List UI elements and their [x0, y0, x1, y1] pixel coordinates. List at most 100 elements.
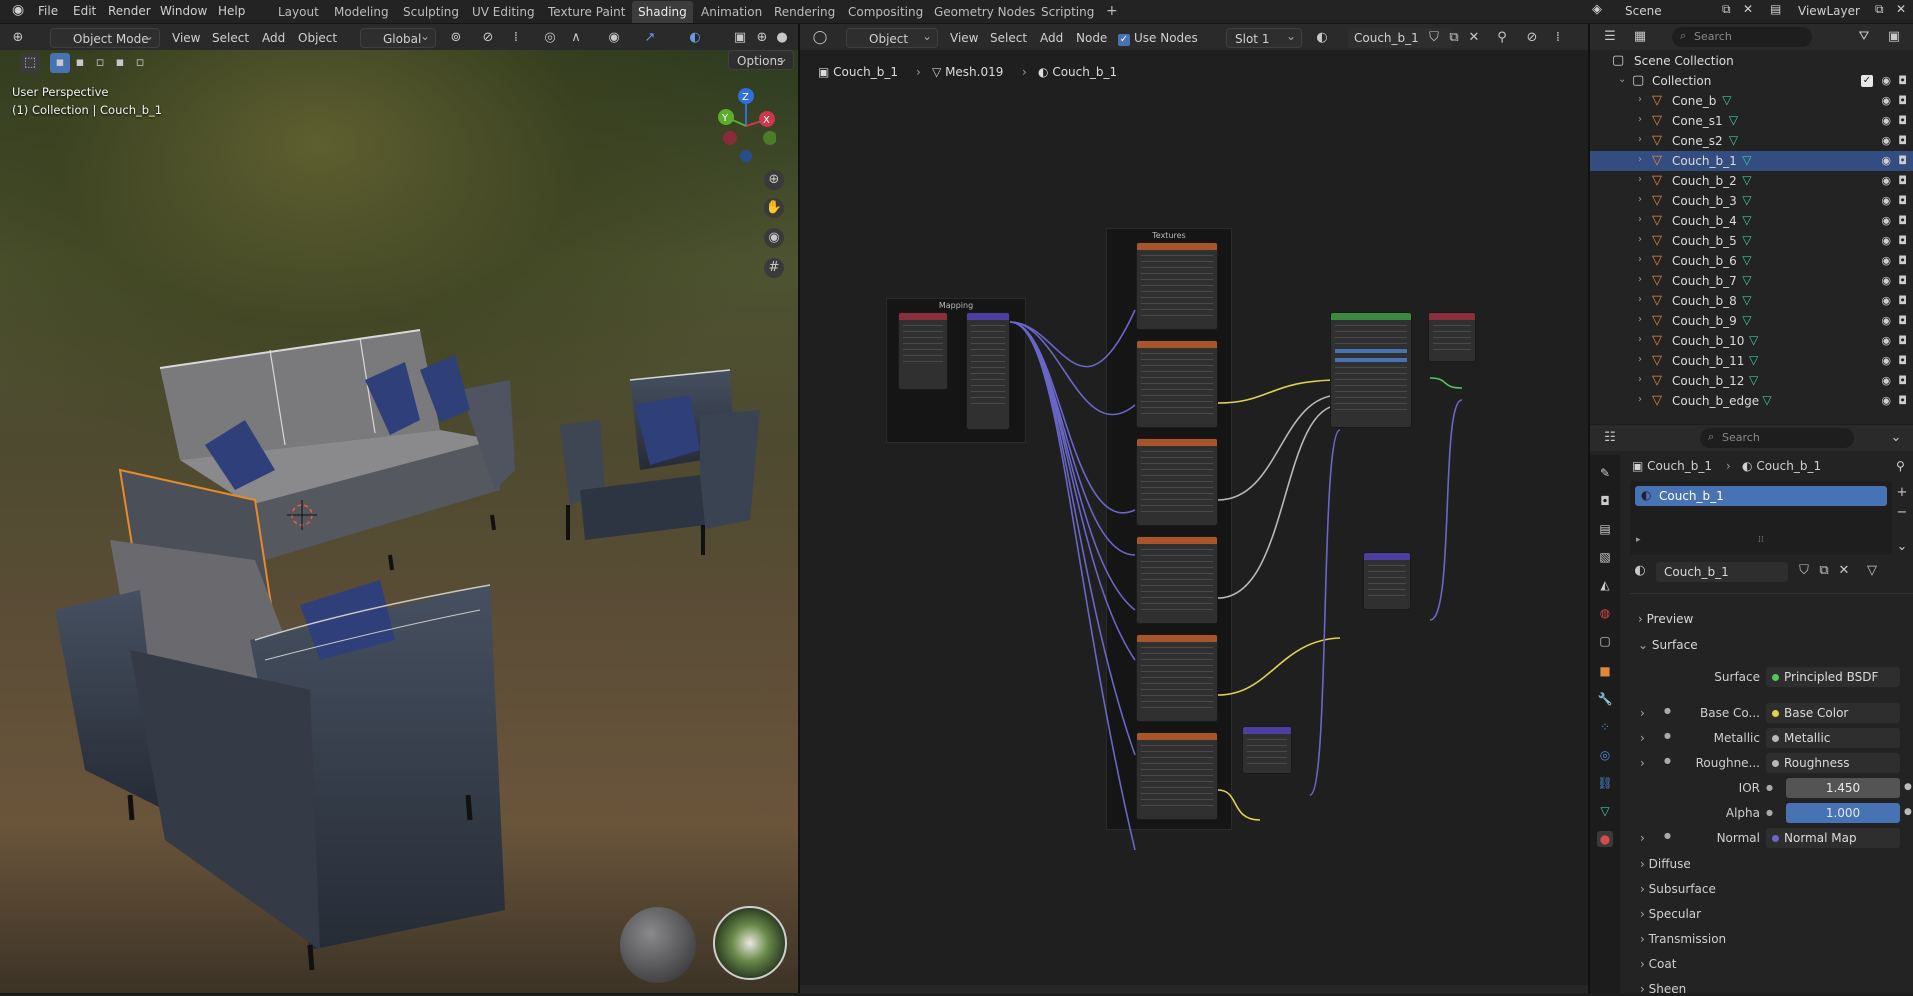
visibility-eye-icon[interactable]: ◉	[1881, 334, 1891, 347]
mesh-data-icon[interactable]: ▽	[1762, 393, 1771, 407]
tab-rendering[interactable]: Rendering	[768, 1, 841, 23]
material-fake-user-icon[interactable]: ⛉	[1794, 561, 1814, 581]
tab-compositing[interactable]: Compositing	[842, 1, 929, 23]
collection-include-checkbox[interactable]: ✓	[1861, 75, 1873, 87]
chevron-right-icon[interactable]: ›	[1638, 334, 1642, 345]
viewport-menu-select[interactable]: Select	[212, 28, 249, 48]
tab-layout[interactable]: Layout	[272, 1, 325, 23]
overlay-toggle-icon[interactable]: ◐	[685, 28, 705, 48]
fake-user-icon[interactable]: ⛉	[1424, 28, 1444, 48]
chevron-right-icon[interactable]: ›	[1638, 374, 1642, 385]
gizmo-toggle-icon[interactable]: ↗	[640, 28, 660, 48]
tab-uv-editing[interactable]: UV Editing	[466, 1, 541, 23]
world-tab-icon[interactable]: ◍	[1597, 605, 1613, 621]
outliner-item[interactable]: › ▽ Couch_b_12 ▽ ◉ ◘	[1590, 371, 1913, 391]
outliner-item[interactable]: › ▽ Couch_b_11 ▽ ◉ ◘	[1590, 351, 1913, 371]
chevron-right-icon[interactable]: ›	[1638, 314, 1642, 325]
ior-value-field[interactable]: 1.450	[1786, 778, 1900, 798]
base-color-expand-icon[interactable]: ›	[1640, 706, 1645, 720]
roughness-expand-icon[interactable]: ›	[1640, 756, 1645, 770]
wireframe-shading-icon[interactable]: ⊕	[752, 28, 772, 48]
visibility-eye-icon[interactable]: ◉	[1881, 194, 1891, 207]
render-camera-icon[interactable]: ◘	[1898, 374, 1907, 387]
data-tab-icon[interactable]: ▽	[1597, 803, 1613, 819]
render-camera-icon[interactable]: ◘	[1898, 274, 1907, 287]
node-material-output[interactable]	[1428, 312, 1476, 362]
render-camera-icon[interactable]: ◘	[1898, 154, 1907, 167]
chevron-right-icon[interactable]: ›	[1638, 214, 1642, 225]
shader-editor-type-icon[interactable]: ◯	[810, 28, 830, 48]
collection-visibility-icon[interactable]: ◉	[1881, 74, 1891, 87]
subpanel-header[interactable]: › Sheen	[1640, 982, 1686, 996]
falloff-icon[interactable]: ∧	[566, 28, 586, 48]
menu-help[interactable]: Help	[218, 4, 245, 18]
outliner-item[interactable]: › ▽ Couch_b_3 ▽ ◉ ◘	[1590, 191, 1913, 211]
link-mode-icon[interactable]: ▽	[1862, 561, 1882, 581]
new-scene-icon[interactable]: ⧉	[1722, 2, 1731, 17]
node-editor-scrollbar[interactable]	[800, 985, 1588, 993]
properties-type-icon[interactable]: ☷	[1600, 428, 1620, 448]
visibility-eye-icon[interactable]: ◉	[1881, 374, 1891, 387]
render-camera-icon[interactable]: ◘	[1898, 394, 1907, 407]
sofa-front[interactable]	[55, 540, 505, 971]
preview-panel-header[interactable]: › Preview	[1638, 612, 1693, 626]
outliner-item[interactable]: › ▽ Couch_b_edge ▽ ◉ ◘	[1590, 391, 1913, 411]
armchair-right[interactable]	[560, 369, 760, 555]
render-camera-icon[interactable]: ◘	[1898, 254, 1907, 267]
node-menu-view[interactable]: View	[950, 28, 978, 48]
new-view-layer-icon[interactable]: ⧉	[1875, 2, 1884, 17]
visibility-eye-icon[interactable]: ◉	[1881, 314, 1891, 327]
outliner-item[interactable]: › ▽ Couch_b_4 ▽ ◉ ◘	[1590, 211, 1913, 231]
scene-collection-row[interactable]: ▢ Scene Collection	[1590, 51, 1913, 71]
pin-icon[interactable]: ⚲	[1492, 28, 1512, 48]
view-layer-tab-icon[interactable]: ▧	[1597, 549, 1613, 565]
delete-view-layer-icon[interactable]: ✕	[1896, 2, 1906, 16]
tool-tab-icon[interactable]: ✎	[1597, 465, 1613, 481]
material-datablock-field[interactable]: Couch_b_1	[1656, 562, 1788, 582]
node-principled-bsdf[interactable]	[1330, 312, 1412, 428]
visibility-eye-icon[interactable]: ◉	[1881, 214, 1891, 227]
props-crumb-material[interactable]: ◐ Couch_b_1	[1742, 459, 1821, 473]
render-camera-icon[interactable]: ◘	[1898, 134, 1907, 147]
modifier-tab-icon[interactable]: 🔧	[1597, 691, 1613, 707]
chevron-right-icon[interactable]: ›	[1638, 254, 1642, 265]
alpha-value-field[interactable]: 1.000	[1786, 803, 1900, 823]
mesh-data-icon[interactable]: ▽	[1742, 313, 1751, 327]
metallic-field[interactable]: Metallic	[1766, 728, 1900, 748]
mesh-data-icon[interactable]: ▽	[1722, 93, 1731, 107]
node-editor[interactable]: ▣ Couch_b_1 › ▽ Mesh.019 › ◐ Couch_b_1 M…	[800, 50, 1588, 993]
node-texture-coordinate[interactable]	[898, 312, 948, 390]
view-layer-icon[interactable]: ▤	[1770, 2, 1781, 16]
render-camera-icon[interactable]: ◘	[1898, 234, 1907, 247]
outliner-search-input[interactable]: Search	[1672, 27, 1812, 47]
visibility-eye-icon[interactable]: ◉	[1881, 154, 1891, 167]
outliner-item[interactable]: › ▽ Couch_b_10 ▽ ◉ ◘	[1590, 331, 1913, 351]
outliner-item[interactable]: › ▽ Cone_b ▽ ◉ ◘	[1590, 91, 1913, 111]
chevron-right-icon[interactable]: ›	[1638, 194, 1642, 205]
collection-render-icon[interactable]: ◘	[1898, 74, 1907, 87]
outliner-item[interactable]: › ▽ Cone_s2 ▽ ◉ ◘	[1590, 131, 1913, 151]
render-camera-icon[interactable]: ◘	[1898, 334, 1907, 347]
tab-sculpting[interactable]: Sculpting	[397, 1, 465, 23]
collection-tab-icon[interactable]: ▢	[1597, 633, 1613, 649]
chevron-right-icon[interactable]: ›	[1638, 94, 1642, 105]
visibility-eye-icon[interactable]: ◉	[1881, 94, 1891, 107]
mesh-data-icon[interactable]: ▽	[1742, 293, 1751, 307]
list-resize-handle[interactable]: ⁞⁞	[1758, 535, 1764, 545]
tab-texture-paint[interactable]: Texture Paint	[542, 1, 631, 23]
blender-logo-icon[interactable]: ◉	[12, 2, 24, 18]
outliner-type-icon[interactable]: ☰	[1600, 27, 1620, 47]
properties-options-icon[interactable]: ⌄	[1886, 428, 1906, 448]
outliner-item[interactable]: › ▽ Couch_b_7 ▽ ◉ ◘	[1590, 271, 1913, 291]
normal-expand-icon[interactable]: ›	[1640, 831, 1645, 845]
tab-scripting[interactable]: Scripting	[1035, 1, 1100, 23]
output-tab-icon[interactable]: ▤	[1597, 521, 1613, 537]
visibility-eye-icon[interactable]: ◉	[1881, 234, 1891, 247]
render-camera-icon[interactable]: ◘	[1898, 314, 1907, 327]
collection-row[interactable]: ⌄ ▢ Collection ✓ ◉ ◘	[1590, 71, 1913, 91]
mesh-data-icon[interactable]: ▽	[1729, 133, 1738, 147]
properties-search-input[interactable]: Search	[1700, 428, 1854, 448]
duplicate-material-icon[interactable]: ⧉	[1444, 28, 1464, 48]
normal-field[interactable]: Normal Map	[1766, 828, 1900, 848]
visibility-eye-icon[interactable]: ◉	[1881, 174, 1891, 187]
